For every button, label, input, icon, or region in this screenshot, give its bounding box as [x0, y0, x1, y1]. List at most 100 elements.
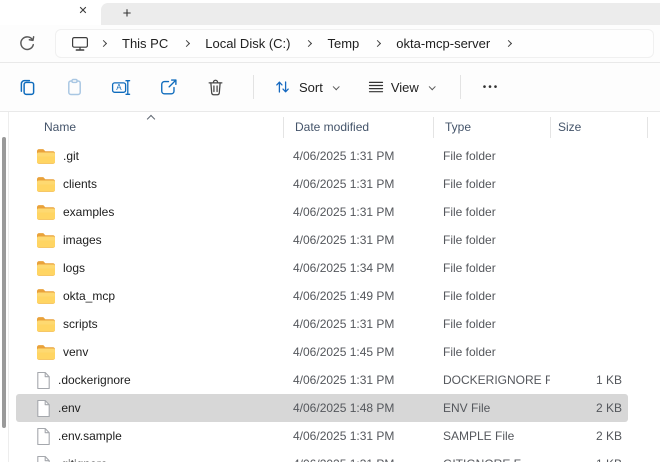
share-button[interactable]: [155, 73, 181, 101]
file-row[interactable]: clients 4/06/2025 1:31 PM File folder: [16, 170, 628, 198]
file-icon: [36, 371, 51, 390]
file-explorer-window: ✕ + This PC Local Disk (C:): [0, 0, 660, 463]
pane-divider: [8, 112, 9, 462]
folder-icon: [36, 288, 56, 304]
file-name: logs: [63, 261, 85, 275]
file-date-modified: 4/06/2025 1:31 PM: [283, 233, 433, 247]
file-size: 1 KB: [550, 373, 628, 387]
file-row[interactable]: examples 4/06/2025 1:31 PM File folder: [16, 198, 628, 226]
file-date-modified: 4/06/2025 1:49 PM: [283, 289, 433, 303]
file-row[interactable]: logs 4/06/2025 1:34 PM File folder: [16, 254, 628, 282]
column-divider[interactable]: [550, 117, 551, 138]
delete-button[interactable]: [202, 73, 228, 101]
rename-button[interactable]: A: [108, 73, 134, 101]
chevron-right-icon: [100, 40, 107, 47]
chevron-right-icon: [305, 40, 312, 47]
sort-arrows-icon: [274, 79, 292, 95]
file-size: 2 KB: [550, 401, 628, 415]
file-date-modified: 4/06/2025 1:34 PM: [283, 261, 433, 275]
rename-icon: A: [111, 78, 132, 97]
file-date-modified: 4/06/2025 1:31 PM: [283, 205, 433, 219]
file-date-modified: 4/06/2025 1:31 PM: [283, 149, 433, 163]
breadcrumb-item-local-disk-c[interactable]: Local Disk (C:): [194, 32, 301, 55]
folder-icon: [36, 176, 56, 192]
file-name: images: [63, 233, 102, 247]
file-type: File folder: [433, 317, 550, 331]
file-name: clients: [63, 177, 97, 191]
file-row[interactable]: scripts 4/06/2025 1:31 PM File folder: [16, 310, 628, 338]
file-name: .gitignore: [58, 457, 107, 462]
tab-strip: ✕ +: [0, 0, 660, 25]
refresh-icon[interactable]: [18, 35, 36, 53]
folder-icon: [36, 148, 56, 164]
column-header-row: Name Date modified Type Size: [16, 112, 628, 142]
view-button[interactable]: View: [360, 75, 442, 100]
file-type: File folder: [433, 149, 550, 163]
file-icon: [36, 455, 51, 463]
see-more-button[interactable]: •••: [475, 76, 508, 99]
breadcrumb-item-this-pc[interactable]: This PC: [111, 32, 179, 55]
navigation-bar: This PC Local Disk (C:) Temp okta-mcp-se…: [0, 25, 660, 63]
column-header-date-modified[interactable]: Date modified: [283, 120, 433, 134]
chevron-right-icon: [183, 40, 190, 47]
folder-icon: [36, 344, 56, 360]
tab-close-icon[interactable]: ✕: [74, 0, 92, 20]
file-date-modified: 4/06/2025 1:31 PM: [283, 373, 433, 387]
sort-label: Sort: [299, 80, 323, 95]
file-name: .env.sample: [58, 429, 122, 443]
tabstrip-background: +: [101, 3, 660, 25]
file-date-modified: 4/06/2025 1:31 PM: [283, 429, 433, 443]
file-type: File folder: [433, 345, 550, 359]
column-header-type[interactable]: Type: [433, 120, 550, 134]
file-name: .git: [63, 149, 79, 163]
paste-button[interactable]: [61, 73, 87, 101]
folder-icon: [36, 316, 56, 332]
file-row[interactable]: .env 4/06/2025 1:48 PM ENV File 2 KB: [16, 394, 628, 422]
file-row[interactable]: .gitignore 4/06/2025 1:31 PM GITIGNORE F…: [16, 450, 628, 462]
file-list-area: Name Date modified Type Size: [0, 112, 660, 462]
file-name: scripts: [63, 317, 98, 331]
column-divider[interactable]: [283, 117, 284, 138]
folder-icon: [36, 260, 56, 276]
file-row[interactable]: .git 4/06/2025 1:31 PM File folder: [16, 142, 628, 170]
sort-button[interactable]: Sort: [266, 74, 346, 100]
nav-pane-scrollbar[interactable]: [2, 137, 6, 428]
file-row[interactable]: .env.sample 4/06/2025 1:31 PM SAMPLE Fil…: [16, 422, 628, 450]
file-date-modified: 4/06/2025 1:31 PM: [283, 457, 433, 462]
file-date-modified: 4/06/2025 1:31 PM: [283, 177, 433, 191]
chevron-right-icon: [505, 40, 512, 47]
column-divider[interactable]: [647, 117, 648, 138]
file-row[interactable]: .dockerignore 4/06/2025 1:31 PM DOCKERIG…: [16, 366, 628, 394]
file-type: File folder: [433, 289, 550, 303]
file-type: GITIGNORE F...: [433, 457, 550, 462]
toolbar-separator: [460, 75, 461, 99]
file-row[interactable]: venv 4/06/2025 1:45 PM File folder: [16, 338, 628, 366]
file-name: .env: [58, 401, 81, 415]
breadcrumb-item-temp[interactable]: Temp: [316, 32, 370, 55]
file-type: ENV File: [433, 401, 550, 415]
file-type: File folder: [433, 233, 550, 247]
address-bar[interactable]: This PC Local Disk (C:) Temp okta-mcp-se…: [55, 29, 654, 58]
details-view: Name Date modified Type Size: [10, 112, 660, 462]
column-divider[interactable]: [433, 117, 434, 138]
new-tab-button[interactable]: +: [117, 3, 137, 23]
share-icon: [159, 78, 178, 97]
file-date-modified: 4/06/2025 1:48 PM: [283, 401, 433, 415]
view-lines-icon: [368, 80, 384, 94]
folder-icon: [36, 232, 56, 248]
file-type: File folder: [433, 261, 550, 275]
file-icon: [36, 399, 51, 418]
file-type: File folder: [433, 205, 550, 219]
chevron-right-icon: [374, 40, 381, 47]
copy-icon: [18, 78, 37, 97]
this-pc-icon: [71, 36, 89, 52]
column-header-size[interactable]: Size: [550, 120, 628, 134]
view-label: View: [391, 80, 419, 95]
trash-icon: [206, 78, 225, 97]
file-row[interactable]: okta_mcp 4/06/2025 1:49 PM File folder: [16, 282, 628, 310]
breadcrumb-item-okta-mcp-server[interactable]: okta-mcp-server: [385, 32, 501, 55]
file-type: File folder: [433, 177, 550, 191]
file-row[interactable]: images 4/06/2025 1:31 PM File folder: [16, 226, 628, 254]
file-name: .dockerignore: [58, 373, 131, 387]
copy-button[interactable]: [14, 73, 40, 101]
